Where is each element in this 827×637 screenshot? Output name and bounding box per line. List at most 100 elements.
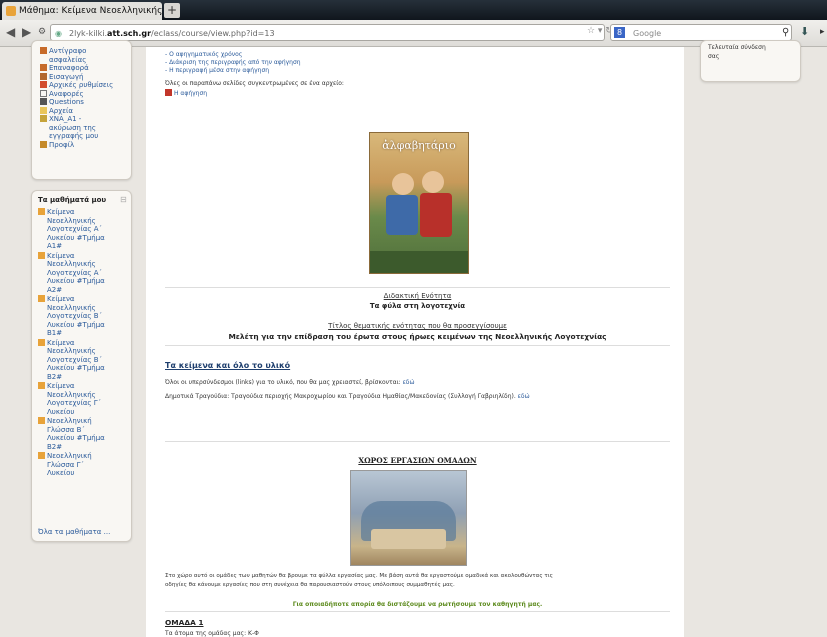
my-courses-title: Τα μαθήματά μου	[38, 196, 107, 204]
reset-icon	[40, 81, 47, 88]
all-courses-link[interactable]: Όλα τα μαθήματα ...	[38, 528, 110, 537]
admin-item-unenrol-cont1[interactable]: ακύρωση της	[40, 124, 128, 133]
course-title-cont: Γλώσσα Γ΄	[47, 460, 85, 469]
admin-item-unenrol[interactable]: ΧΝΑ_Α1 -	[40, 115, 128, 124]
course-title-cont: Νεοελληνικής	[47, 390, 96, 399]
pdf-file-icon	[165, 89, 172, 96]
course-title-cont: Λυκείου	[47, 469, 75, 477]
course-title: Κείμενα	[38, 208, 128, 217]
all-pages-text: Όλες οι παραπάνω σελίδες συγκεντρωμένες …	[165, 80, 344, 87]
courses-list: Κείμενα Νεοελληνικής Λογοτεχνίας Α΄ Λυκείου…	[38, 208, 128, 479]
course-title-cont: Λυκείου #Τμήμα	[47, 233, 105, 242]
folder-icon	[40, 106, 47, 114]
course-title-cont: Α1#	[47, 242, 63, 250]
group-1-members: Τα άτομα της ομάδας μας: Κ-Φ	[165, 630, 259, 637]
course-title-cont: Λογοτεχνίας Α΄	[47, 225, 103, 233]
admin-item-unenrol-cont2[interactable]: εγγραφής μου	[40, 132, 128, 141]
google-search-engine-icon[interactable]: 8	[614, 27, 625, 38]
groups-note: Για οποιαδήποτε απορία θα διστάζουμε να …	[292, 601, 543, 608]
table-shape	[371, 529, 446, 549]
course-title-cont: Νεοελληνικής	[47, 347, 96, 355]
girl-face-shape	[422, 171, 444, 193]
admin-item-import[interactable]: Εισαγωγή	[40, 72, 128, 82]
course-link[interactable]: Νεοελληνική Γλώσσα Γ΄ Λυκείου	[38, 452, 128, 478]
songs-here-link[interactable]: εδώ	[518, 393, 530, 400]
groups-paragraph-2: οδηγίες θα κάνουμε εργασίες που στη συνέ…	[165, 582, 455, 588]
last-login-text: Τελευταία σύνδεση σας	[708, 44, 766, 60]
course-link[interactable]: Νεοελληνική Γλώσσα Β΄ Λυκείου #Τμήμα Β2#	[38, 417, 128, 451]
course-title-cont: Λυκείου #Τμήμα	[47, 364, 105, 372]
profile-icon	[40, 140, 47, 148]
admin-item-restore[interactable]: Επαναφορά	[40, 64, 128, 73]
course-title-cont: Λυκείου	[47, 407, 75, 416]
import-icon	[40, 72, 47, 80]
divider	[165, 287, 670, 288]
course-title-cont: Β2#	[47, 372, 63, 381]
download-icon[interactable]: ⬇	[800, 25, 809, 38]
course-title-cont: Λυκείου #Τμήμα	[47, 434, 105, 442]
admin-item-questions[interactable]: Questions	[40, 98, 128, 107]
topic-link-description-in-narration[interactable]: - Η περιγραφή μέσα στην αφήγηση	[165, 67, 269, 74]
course-title-cont: Λογοτεχνίας Γ΄	[47, 399, 102, 407]
backup-icon	[40, 47, 47, 54]
questions-icon	[40, 98, 47, 105]
songs-line: Δημοτικά Τραγούδια: Τραγούδια περιοχής Μ…	[165, 393, 530, 400]
bookmark-star-icon[interactable]: ☆ ▾ ↻	[587, 26, 613, 36]
file-link[interactable]: Η αφήγηση	[165, 89, 207, 97]
course-title: Κείμενα	[38, 338, 128, 348]
course-link[interactable]: Κείμενα Νεοελληνικής Λογοτεχνίας Α΄ Λυκείου…	[38, 251, 128, 295]
back-arrow-icon[interactable]: ◀	[6, 25, 15, 39]
search-icon[interactable]: ⚲	[782, 27, 789, 38]
boy-shape	[386, 195, 418, 235]
security-icon[interactable]: ⚙	[38, 27, 46, 37]
course-link[interactable]: Κείμενα Νεοελληνικής Λογοτεχνίας Γ΄ Λυκείου	[38, 382, 128, 416]
topic-link-description[interactable]: - Διάκριση της περιγραφής από την αφήγησ…	[165, 59, 301, 66]
texts-heading: Τα κείμενα και όλο το υλικό	[165, 361, 291, 370]
unenrol-icon	[40, 115, 47, 122]
more-icon[interactable]: ▸	[820, 27, 825, 37]
course-link[interactable]: Κείμενα Νεοελληνικής Λογοτεχνίας Α΄ Λυκείου…	[38, 208, 128, 251]
course-icon	[38, 382, 45, 389]
theme-label: Τίτλος θεματικής ενότητας που θα προσεγγ…	[328, 322, 507, 330]
course-icon	[38, 208, 45, 215]
course-icon	[38, 251, 45, 259]
unit-title: Τα φύλα στη λογοτεχνία	[369, 302, 466, 310]
admin-item-backup-cont[interactable]: ασφαλείας	[40, 56, 128, 65]
admin-item-profile[interactable]: Προφίλ	[40, 140, 128, 150]
admin-item-reset[interactable]: Αρχικές ρυθμίσεις	[40, 81, 128, 90]
new-tab-button[interactable]: +	[164, 3, 180, 18]
address-bar[interactable]: ◉ 2lyk-kilki.att.sch.gr/eclass/course/vie…	[50, 24, 605, 41]
collapse-icon[interactable]: ⊟	[120, 195, 127, 204]
moodle-favicon-icon	[6, 6, 16, 16]
course-title: Κείμενα	[38, 382, 128, 391]
search-input[interactable]: Google	[610, 24, 792, 41]
boy-face-shape	[392, 173, 414, 195]
links-line: Όλοι οι υπερσύνδεσμοι (links) για το υλι…	[165, 379, 415, 386]
course-link[interactable]: Κείμενα Νεοελληνικής Λογοτεχνίας Β΄ Λυκείου…	[38, 295, 128, 338]
links-here-link[interactable]: εδώ	[403, 379, 415, 386]
course-title-cont: Γλώσσα Β΄	[47, 425, 85, 434]
course-title-cont: Λογοτεχνίας Β΄	[47, 312, 103, 320]
forward-arrow-icon[interactable]: ▶	[22, 25, 31, 39]
theme-title: Μελέτη για την επίδραση του έρωτα στους …	[228, 332, 607, 341]
course-link[interactable]: Κείμενα Νεοελληνικής Λογοτεχνίας Β΄ Λυκείου…	[38, 338, 128, 382]
course-icon	[38, 338, 45, 346]
divider	[165, 345, 670, 346]
divider	[165, 441, 670, 442]
course-title: Κείμενα	[38, 295, 128, 304]
course-title: Νεοελληνική	[38, 417, 128, 426]
course-title-cont: Α2#	[47, 285, 63, 294]
group-work-image	[350, 470, 467, 566]
course-title-cont: Νεοελληνικής	[47, 260, 96, 268]
admin-item-files[interactable]: Αρχεία	[40, 106, 128, 116]
course-title-cont: Νεοελληνικής	[47, 216, 96, 225]
course-icon	[38, 295, 45, 302]
admin-item-reports[interactable]: Αναφορές	[40, 89, 128, 99]
course-title-cont: Λυκείου #Τμήμα	[47, 320, 105, 329]
divider	[165, 611, 670, 612]
admin-item-backup[interactable]: Αντίγραφο	[40, 47, 128, 56]
browser-tab[interactable]: Μάθημα: Κείμενα Νεοελληνικής Λογοτε...	[2, 2, 162, 20]
course-title-cont: Λογοτεχνίας Α΄	[47, 268, 103, 277]
topic-link-narrative-time[interactable]: - Ο αφηγηματικός χρόνος	[165, 51, 242, 58]
groups-paragraph-1: Στο χώρο αυτό οι ομάδες των μαθητών θα β…	[165, 573, 553, 579]
